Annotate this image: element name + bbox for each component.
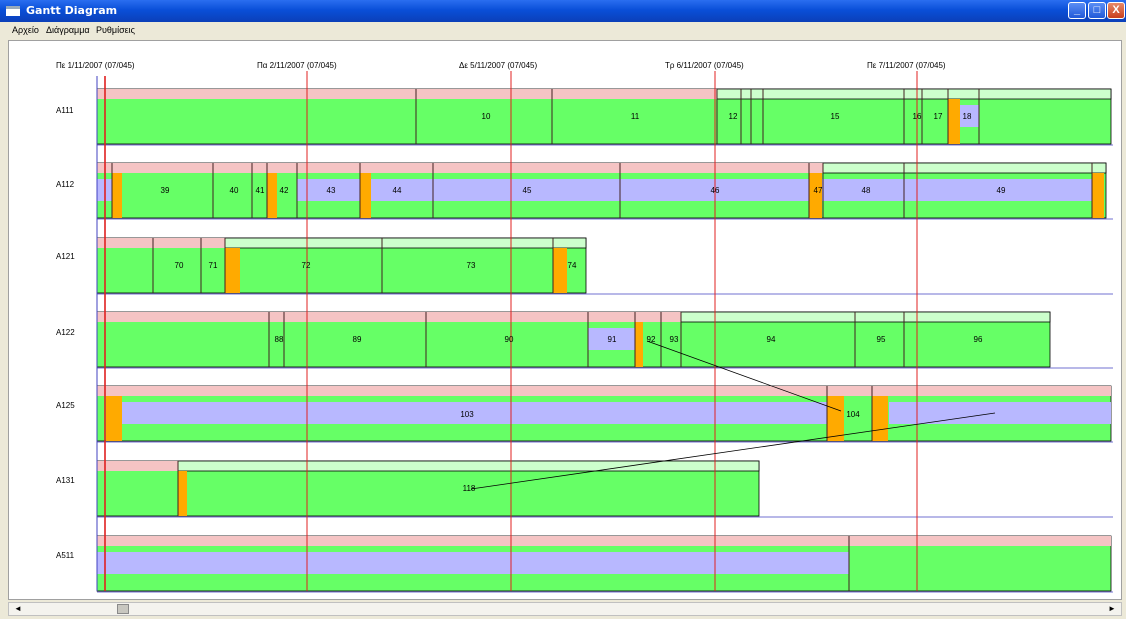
- task-label[interactable]: 91: [608, 335, 617, 344]
- title-bar: Gantt Diagram _ □ X: [0, 0, 1126, 22]
- setup-segment: [553, 248, 567, 293]
- task-label[interactable]: 89: [353, 335, 362, 344]
- task-label[interactable]: 73: [467, 261, 476, 270]
- app-icon: [6, 6, 20, 16]
- task-label[interactable]: 40: [230, 186, 239, 195]
- gantt-panel: Πε 1/11/2007 (07/045) Πα 2/11/2007 (07/0…: [8, 40, 1122, 600]
- task-label[interactable]: 47: [814, 186, 823, 195]
- row-header-light: [224, 237, 587, 249]
- task-label[interactable]: 44: [393, 186, 402, 195]
- task-label[interactable]: 88: [275, 335, 284, 344]
- row-header: [97, 536, 1111, 546]
- idle-segment: [97, 552, 849, 574]
- task-label[interactable]: 18: [963, 112, 972, 121]
- date-label: Πα 2/11/2007 (07/045): [257, 61, 337, 70]
- menu-settings[interactable]: Ρυθμίσεις: [96, 25, 135, 35]
- task-label[interactable]: 12: [729, 112, 738, 121]
- resource-label: Α131: [56, 476, 75, 485]
- resource-label: Α122: [56, 328, 75, 337]
- task-label[interactable]: 42: [280, 186, 289, 195]
- task-label[interactable]: 17: [934, 112, 943, 121]
- task-label[interactable]: 49: [997, 186, 1006, 195]
- task-label[interactable]: 41: [256, 186, 265, 195]
- task-label[interactable]: 95: [877, 335, 886, 344]
- task-label[interactable]: 15: [831, 112, 840, 121]
- task-label[interactable]: 70: [175, 261, 184, 270]
- idle-segment: [297, 179, 1092, 201]
- row-header-light: [177, 460, 760, 472]
- setup-segment: [106, 396, 122, 441]
- setup-segment: [360, 173, 371, 218]
- row-header-light: [822, 162, 1107, 174]
- menu-diagram[interactable]: Διάγραμμα: [46, 25, 90, 35]
- scroll-thumb[interactable]: [117, 604, 129, 614]
- setup-segment: [948, 99, 960, 144]
- task-label[interactable]: 104: [846, 410, 860, 419]
- date-label: Πε 1/11/2007 (07/045): [56, 61, 135, 70]
- row-header: [97, 386, 1111, 396]
- resource-label: Α511: [56, 551, 75, 560]
- task-label[interactable]: 90: [505, 335, 514, 344]
- date-label: Πε 7/11/2007 (07/045): [867, 61, 946, 70]
- task-label[interactable]: 96: [974, 335, 983, 344]
- task-label[interactable]: 45: [523, 186, 532, 195]
- task-label[interactable]: 10: [482, 112, 491, 121]
- task-label[interactable]: 43: [327, 186, 336, 195]
- close-button[interactable]: X: [1107, 2, 1125, 19]
- resource-label: Α121: [56, 252, 75, 261]
- menu-file[interactable]: Αρχείο: [12, 25, 39, 35]
- setup-segment: [635, 322, 643, 367]
- setup-segment: [809, 173, 822, 218]
- menu-bar: Αρχείο Διάγραμμα Ρυθμίσεις: [0, 22, 1126, 38]
- resource-label: Α112: [56, 180, 75, 189]
- window-title: Gantt Diagram: [26, 4, 118, 17]
- resource-label: Α125: [56, 401, 75, 410]
- scroll-right-arrow-icon[interactable]: ►: [1105, 603, 1119, 615]
- horizontal-scrollbar[interactable]: ◄ ►: [8, 602, 1122, 616]
- setup-segment: [267, 173, 277, 218]
- task-label[interactable]: 74: [568, 261, 577, 270]
- task-label[interactable]: 103: [460, 410, 474, 419]
- setup-segment: [112, 173, 122, 218]
- task-label[interactable]: 72: [302, 261, 311, 270]
- setup-segment: [1092, 173, 1104, 218]
- date-label: Δε 5/11/2007 (07/045): [459, 61, 537, 70]
- maximize-button[interactable]: □: [1088, 2, 1106, 19]
- resource-label: Α111: [56, 106, 74, 115]
- scroll-left-arrow-icon[interactable]: ◄: [11, 603, 25, 615]
- setup-segment: [178, 471, 187, 516]
- row-header-light: [680, 311, 1051, 323]
- task-label[interactable]: 39: [161, 186, 170, 195]
- idle-segment: [122, 402, 827, 424]
- task-label[interactable]: 46: [711, 186, 720, 195]
- setup-segment: [827, 396, 844, 441]
- setup-segment: [225, 248, 240, 293]
- task-label[interactable]: 71: [209, 261, 218, 270]
- task-label[interactable]: 48: [862, 186, 871, 195]
- task-label[interactable]: 11: [631, 112, 640, 121]
- gantt-chart: Πε 1/11/2007 (07/045) Πα 2/11/2007 (07/0…: [56, 61, 1113, 593]
- minimize-button[interactable]: _: [1068, 2, 1086, 19]
- idle-segment: [889, 402, 1111, 424]
- row-header-light: [716, 88, 1112, 100]
- task-label[interactable]: 94: [767, 335, 776, 344]
- date-label: Τρ 6/11/2007 (07/045): [665, 61, 744, 70]
- task-label[interactable]: 16: [913, 112, 922, 121]
- task-label[interactable]: 93: [670, 335, 679, 344]
- setup-segment: [872, 396, 888, 441]
